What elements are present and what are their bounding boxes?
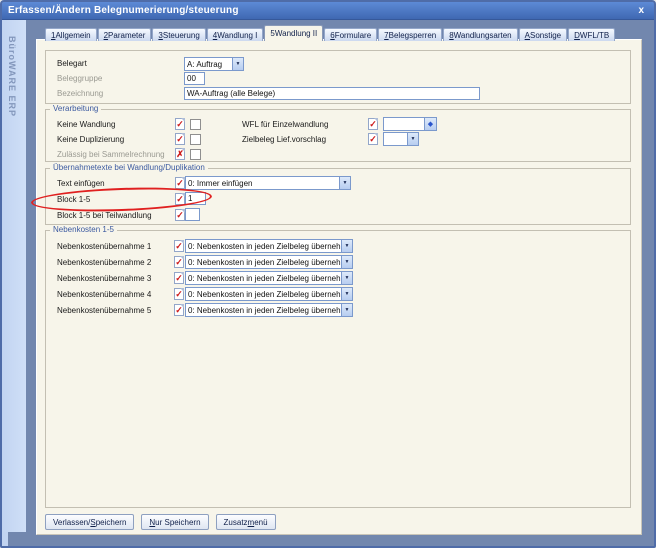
tab-formulare[interactable]: 6 Formulare <box>324 28 378 41</box>
group-uebernahmetexte-title: Übernahmetexte bei Wandlung/Duplikation <box>50 163 208 172</box>
tab-allgemein[interactable]: 1 Allgemein <box>45 28 97 41</box>
keine-duplizierung-checkbox[interactable] <box>190 134 201 145</box>
zielbeleg-liefvorschlag-flag-icon[interactable]: ✓ <box>368 133 378 145</box>
text-einfuegen-flag-icon[interactable]: ✓ <box>175 177 185 189</box>
wfl-einzelwandlung-flag-icon[interactable]: ✓ <box>368 118 378 130</box>
keine-duplizierung-label: Keine Duplizierung <box>57 135 125 144</box>
sammelrechnung-flag-icon[interactable]: ✗ <box>175 148 185 160</box>
close-icon[interactable]: x <box>634 5 648 16</box>
chevron-down-icon[interactable]: ▼ <box>341 288 352 300</box>
nebenkosten-5-label: Nebenkostenübernahme 5 <box>57 306 152 315</box>
nebenkosten-4-label: Nebenkostenübernahme 4 <box>57 290 152 299</box>
nur-speichern-button[interactable]: Nur Speichern <box>141 514 209 530</box>
nebenkosten-3-flag-icon[interactable]: ✓ <box>174 272 184 284</box>
chevron-down-icon[interactable]: ▼ <box>341 272 352 284</box>
group-nebenkosten: Nebenkosten 1-5 Nebenkostenübernahme 1 ✓… <box>45 225 631 508</box>
nebenkosten-3-dropdown[interactable]: 0: Nebenkosten in jeden Zielbeleg überne… <box>185 271 353 285</box>
group-uebernahmetexte: Übernahmetexte bei Wandlung/Duplikation … <box>45 163 631 225</box>
chevron-down-icon[interactable]: ▼ <box>232 58 243 70</box>
tab-bar: 1 Allgemein 2 Parameter 3 Steuerung 4 Wa… <box>45 25 616 42</box>
nebenkosten-1-label: Nebenkostenübernahme 1 <box>57 242 152 251</box>
button-row: Verlassen/Speichern Nur Speichern Zusatz… <box>45 514 276 530</box>
tab-wandlung-2[interactable]: 5 Wandlung II <box>264 25 324 42</box>
nebenkosten-2-flag-icon[interactable]: ✓ <box>174 256 184 268</box>
text-einfuegen-dropdown[interactable]: 0: Immer einfügen ▼ <box>185 176 351 190</box>
spinner-updown-icon[interactable]: ◆ <box>424 118 436 130</box>
brand-strip-notch <box>2 532 8 546</box>
beleggruppe-field[interactable]: 00 <box>184 72 205 85</box>
group-verarbeitung: Verarbeitung Keine Wandlung ✓ Keine Dupl… <box>45 104 631 162</box>
nebenkosten-2-dropdown[interactable]: 0: Nebenkosten in jeden Zielbeleg überne… <box>185 255 353 269</box>
group-nebenkosten-title: Nebenkosten 1-5 <box>50 225 117 234</box>
chevron-down-icon[interactable]: ▼ <box>341 256 352 268</box>
block-1-5-label: Block 1-5 <box>57 195 91 204</box>
zielbeleg-liefvorschlag-dropdown[interactable]: ▼ <box>383 132 419 146</box>
chevron-down-icon[interactable]: ▼ <box>341 240 352 252</box>
group-verarbeitung-title: Verarbeitung <box>50 104 102 113</box>
keine-wandlung-label: Keine Wandlung <box>57 120 116 129</box>
sammelrechnung-checkbox[interactable] <box>190 149 201 160</box>
keine-wandlung-flag-icon[interactable]: ✓ <box>175 118 185 130</box>
nebenkosten-5-flag-icon[interactable]: ✓ <box>174 304 184 316</box>
verlassen-speichern-button[interactable]: Verlassen/Speichern <box>45 514 135 530</box>
block-1-5-teilwandlung-label: Block 1-5 bei Teilwandlung <box>57 211 152 220</box>
beleggruppe-label: Beleggruppe <box>57 74 103 83</box>
tab-steuerung[interactable]: 3 Steuerung <box>152 28 206 41</box>
nebenkosten-4-flag-icon[interactable]: ✓ <box>174 288 184 300</box>
sammelrechnung-label: Zulässig bei Sammelrechnung <box>57 150 165 159</box>
chevron-down-icon[interactable]: ▼ <box>407 133 418 145</box>
dialog-window: Erfassen/Ändern Belegnumerierung/steueru… <box>0 0 656 548</box>
wfl-einzelwandlung-spinner[interactable]: ◆ <box>383 117 437 131</box>
tab-page-wandlung-2: Belegart A: Auftrag ▼ Beleggruppe 00 Bez… <box>36 39 642 535</box>
nebenkosten-1-flag-icon[interactable]: ✓ <box>174 240 184 252</box>
title-bar: Erfassen/Ändern Belegnumerierung/steueru… <box>2 2 654 20</box>
tab-wandlung-1[interactable]: 4 Wandlung I <box>206 28 264 41</box>
bezeichnung-field[interactable]: WA-Auftrag (alle Belege) <box>184 87 480 100</box>
nebenkosten-1-dropdown[interactable]: 0: Nebenkosten in jeden Zielbeleg überne… <box>185 239 353 253</box>
zusatzmenu-button[interactable]: Zusatz m enü <box>215 514 276 530</box>
block-1-5-teilwandlung-flag-icon[interactable]: ✓ <box>175 209 185 221</box>
brand-logo: BüroWARE ERP <box>7 36 17 118</box>
brand-strip: BüroWARE ERP <box>2 20 26 532</box>
tab-sonstige[interactable]: A Sonstige <box>518 28 568 41</box>
nebenkosten-4-dropdown[interactable]: 0: Nebenkosten in jeden Zielbeleg überne… <box>185 287 353 301</box>
nebenkosten-5-dropdown[interactable]: 0: Nebenkosten in jeden Zielbeleg überne… <box>185 303 353 317</box>
belegart-label: Belegart <box>57 59 87 68</box>
keine-wandlung-checkbox[interactable] <box>190 119 201 130</box>
zielbeleg-liefvorschlag-label: Zielbeleg Lief.vorschlag <box>242 135 327 144</box>
block-1-5-flag-icon[interactable]: ✓ <box>175 193 185 205</box>
belegart-dropdown[interactable]: A: Auftrag ▼ <box>184 57 244 71</box>
bezeichnung-label: Bezeichnung <box>57 89 104 98</box>
block-1-5-teilwandlung-field[interactable] <box>185 208 200 221</box>
wfl-einzelwandlung-label: WFL für Einzelwandlung <box>242 120 329 129</box>
block-1-5-field[interactable]: 1 <box>185 192 206 205</box>
nebenkosten-3-label: Nebenkostenübernahme 3 <box>57 274 152 283</box>
tab-wfl-tb[interactable]: D WFL/TB <box>568 28 616 41</box>
page-title: Erfassen/Ändern Belegnumerierung/steueru… <box>8 5 239 16</box>
nebenkosten-2-label: Nebenkostenübernahme 2 <box>57 258 152 267</box>
text-einfuegen-label: Text einfügen <box>57 179 105 188</box>
keine-duplizierung-flag-icon[interactable]: ✓ <box>175 133 185 145</box>
chevron-down-icon[interactable]: ▼ <box>339 177 350 189</box>
chevron-down-icon[interactable]: ▼ <box>341 304 352 316</box>
tab-wandlungsarten[interactable]: 8 Wandlungsarten <box>443 28 518 41</box>
tab-belegsperren[interactable]: 7 Belegsperren <box>378 28 443 41</box>
tab-parameter[interactable]: 2 Parameter <box>97 28 152 41</box>
group-belegkopf: Belegart A: Auftrag ▼ Beleggruppe 00 Bez… <box>45 50 631 104</box>
